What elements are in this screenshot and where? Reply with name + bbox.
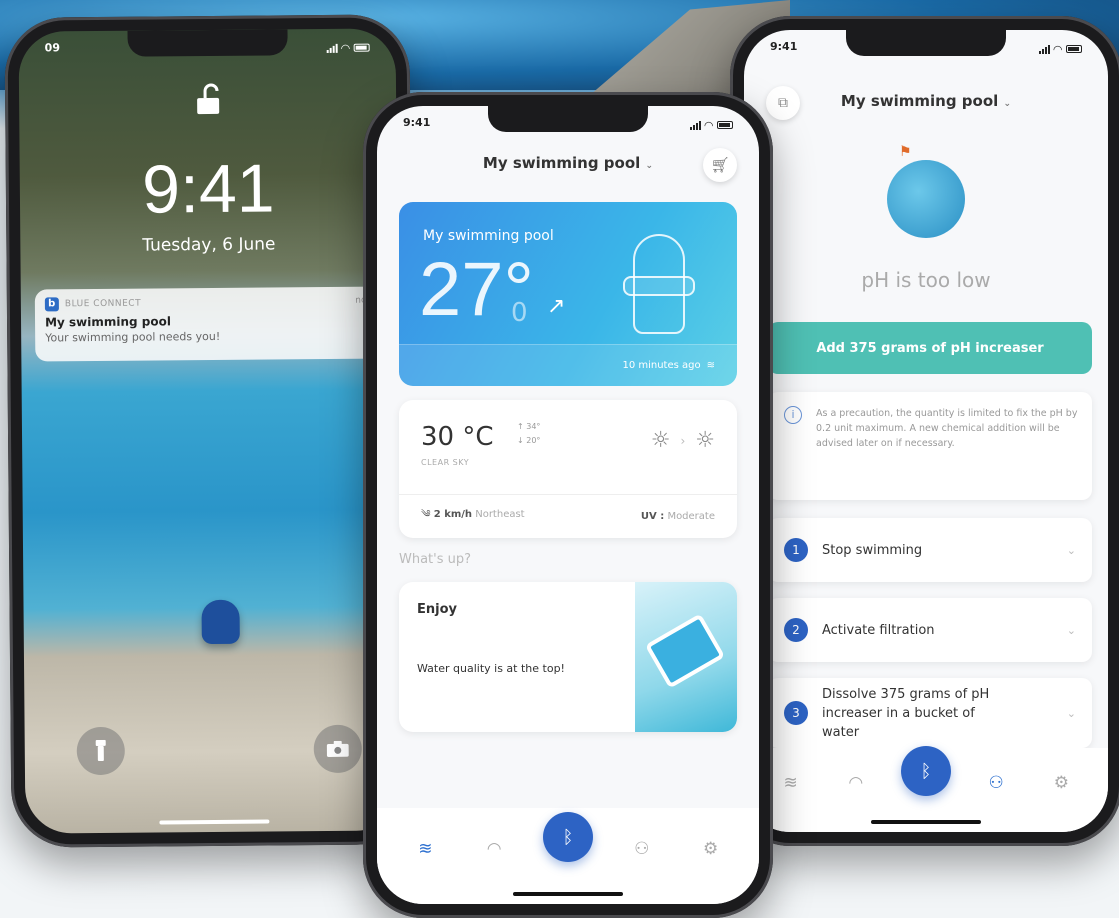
phone-ph-screen: 9:41 ◠ ⧉ My swimming pool ⌄ ⚑ pH is too … xyxy=(730,16,1119,846)
trend-up-icon: ↗ xyxy=(547,294,566,319)
lock-screen: 09 ◠ 9:41 Tuesday, 6 June b BLUE CONNECT… xyxy=(18,28,403,834)
ph-status-title: pH is too low xyxy=(861,268,991,292)
tab-bar: ≋ ◠ ᛒ ⚇ ⚙ xyxy=(377,808,759,904)
notification-app-name: BLUE CONNECT xyxy=(64,298,142,310)
wifi-icon: ◠ xyxy=(341,41,350,55)
weather-temperature: 30 °C xyxy=(421,422,494,452)
pool-selector[interactable]: My swimming pool ⌄ xyxy=(744,92,1108,110)
uv-value: Moderate xyxy=(667,511,715,522)
pool-icon[interactable]: ≋ xyxy=(771,773,811,793)
gear-icon[interactable]: ⚙ xyxy=(691,839,731,859)
step-item[interactable]: 1 Stop swimming ⌄ xyxy=(768,518,1092,582)
notification-title: My swimming pool xyxy=(44,314,172,330)
info-icon: i xyxy=(784,406,802,424)
bluetooth-icon[interactable]: ᛒ xyxy=(900,746,951,796)
swimmer-illustration: ⚑ xyxy=(887,144,965,238)
uv-label: UV : xyxy=(640,511,665,522)
tip-title: Enjoy xyxy=(417,602,457,617)
chevron-down-icon: ⌄ xyxy=(1066,706,1076,720)
weather-card[interactable]: 30 °C ↑ 34° ↓ 20° CLEAR SKY ☼ › ☼ ༄ 2 km… xyxy=(399,400,737,538)
status-time: 9:41 xyxy=(770,40,798,53)
battery-icon xyxy=(717,121,733,129)
wifi-icon: ◠ xyxy=(704,118,713,132)
dashboard-screen: 9:41 ◠ My swimming pool ⌄ 🛒︎ My swimming… xyxy=(377,106,759,904)
section-label: What's up? xyxy=(399,552,472,567)
people-icon[interactable]: ⚇ xyxy=(976,773,1016,793)
step-label: Dissolve 375 grams of pH increaser in a … xyxy=(822,686,990,740)
signal-icon xyxy=(326,43,338,53)
chevron-down-icon: ⌄ xyxy=(645,161,654,171)
flag-icon: ⚑ xyxy=(899,144,912,160)
step-item[interactable]: 3 Dissolve 375 grams of pH increaser in … xyxy=(768,678,1092,748)
weather-footer: ༄ 2 km/h Northeast UV : Moderate xyxy=(399,494,737,538)
chevron-down-icon: ⌄ xyxy=(1003,99,1012,109)
flashlight-icon[interactable] xyxy=(76,726,125,776)
gauge-icon[interactable]: ◠ xyxy=(474,839,514,859)
signal-icon xyxy=(689,120,701,130)
wifi-icon: ◠ xyxy=(1053,42,1062,56)
pool-icon[interactable]: ≋ xyxy=(405,839,445,859)
status-bar: 9:41 ◠ xyxy=(744,40,1108,58)
sun-icon: ☼ xyxy=(650,428,671,453)
camera-icon[interactable] xyxy=(313,724,362,774)
status-bar: 09 ◠ xyxy=(19,38,396,59)
step-label: Stop swimming xyxy=(822,542,923,558)
pool-temperature-card[interactable]: My swimming pool 27° 0 ↗ 10 minutes ago … xyxy=(399,202,737,386)
header-title: My swimming pool xyxy=(840,92,999,110)
status-time: 09 xyxy=(44,41,61,55)
chevron-right-icon: › xyxy=(680,433,686,448)
pool-sensor-device xyxy=(201,599,240,645)
notification-banner[interactable]: b BLUE CONNECT now My swimming pool Your… xyxy=(34,286,385,362)
step-number: 3 xyxy=(784,701,808,725)
lock-open-icon xyxy=(194,82,220,125)
home-indicator[interactable] xyxy=(158,819,269,825)
home-indicator[interactable] xyxy=(871,820,981,824)
pool-illustration xyxy=(635,582,737,732)
step-label: Activate filtration xyxy=(822,622,935,638)
header-title: My swimming pool xyxy=(482,154,641,172)
wind-direction: Northeast xyxy=(475,508,525,520)
battery-icon xyxy=(1066,45,1082,53)
app-badge-icon: b xyxy=(44,297,59,312)
signal-icon xyxy=(1038,44,1050,54)
pool-selector[interactable]: My swimming pool ⌄ xyxy=(377,154,759,172)
wind-speed: 2 km/h xyxy=(433,508,473,520)
cart-icon[interactable]: 🛒︎ xyxy=(703,148,737,182)
sun-icon: ☼ xyxy=(695,428,715,453)
precaution-text: As a precaution, the quantity is limited… xyxy=(816,408,1078,449)
wind-icon: ༄ xyxy=(421,508,431,520)
step-item[interactable]: 2 Activate filtration ⌄ xyxy=(768,598,1092,662)
last-update: 10 minutes ago xyxy=(622,360,701,371)
battery-icon xyxy=(353,43,370,52)
pool-card-footer: 10 minutes ago ≋ xyxy=(399,344,737,386)
people-icon[interactable]: ⚇ xyxy=(622,839,662,859)
bluetooth-icon[interactable]: ᛒ xyxy=(542,812,593,862)
ph-screen: 9:41 ◠ ⧉ My swimming pool ⌄ ⚑ pH is too … xyxy=(744,30,1108,832)
gear-icon[interactable]: ⚙ xyxy=(1041,773,1081,793)
status-bar: 9:41 ◠ xyxy=(377,116,759,134)
sensor-device-outline xyxy=(623,234,695,334)
step-number: 2 xyxy=(784,618,808,642)
pool-temperature-decimal: 0 xyxy=(511,298,528,328)
phone-dashboard: 9:41 ◠ My swimming pool ⌄ 🛒︎ My swimming… xyxy=(363,92,773,918)
lock-time: 9:41 xyxy=(141,150,275,228)
tip-card[interactable]: Enjoy Water quality is at the top! xyxy=(399,582,737,732)
chevron-down-icon: ⌄ xyxy=(1066,543,1076,557)
precaution-info-card: i As a precaution, the quantity is limit… xyxy=(768,392,1092,500)
status-time: 9:41 xyxy=(403,116,431,129)
weather-condition: CLEAR SKY xyxy=(421,458,470,467)
lock-date: Tuesday, 6 June xyxy=(142,234,276,256)
notification-body: Your swimming pool needs you! xyxy=(45,329,221,345)
phone-lock-screen: 09 ◠ 9:41 Tuesday, 6 June b BLUE CONNECT… xyxy=(4,14,417,848)
gauge-icon[interactable]: ◠ xyxy=(836,773,876,793)
weather-low: ↓ 20° xyxy=(517,436,541,445)
pool-card-title: My swimming pool xyxy=(423,228,554,244)
weather-high: ↑ 34° xyxy=(517,422,541,431)
home-indicator[interactable] xyxy=(513,892,623,896)
add-ph-increaser-button[interactable]: Add 375 grams of pH increaser xyxy=(768,322,1092,374)
step-number: 1 xyxy=(784,538,808,562)
tip-body: Water quality is at the top! xyxy=(417,662,565,675)
chevron-down-icon: ⌄ xyxy=(1066,623,1076,637)
wave-icon: ≋ xyxy=(706,360,715,371)
